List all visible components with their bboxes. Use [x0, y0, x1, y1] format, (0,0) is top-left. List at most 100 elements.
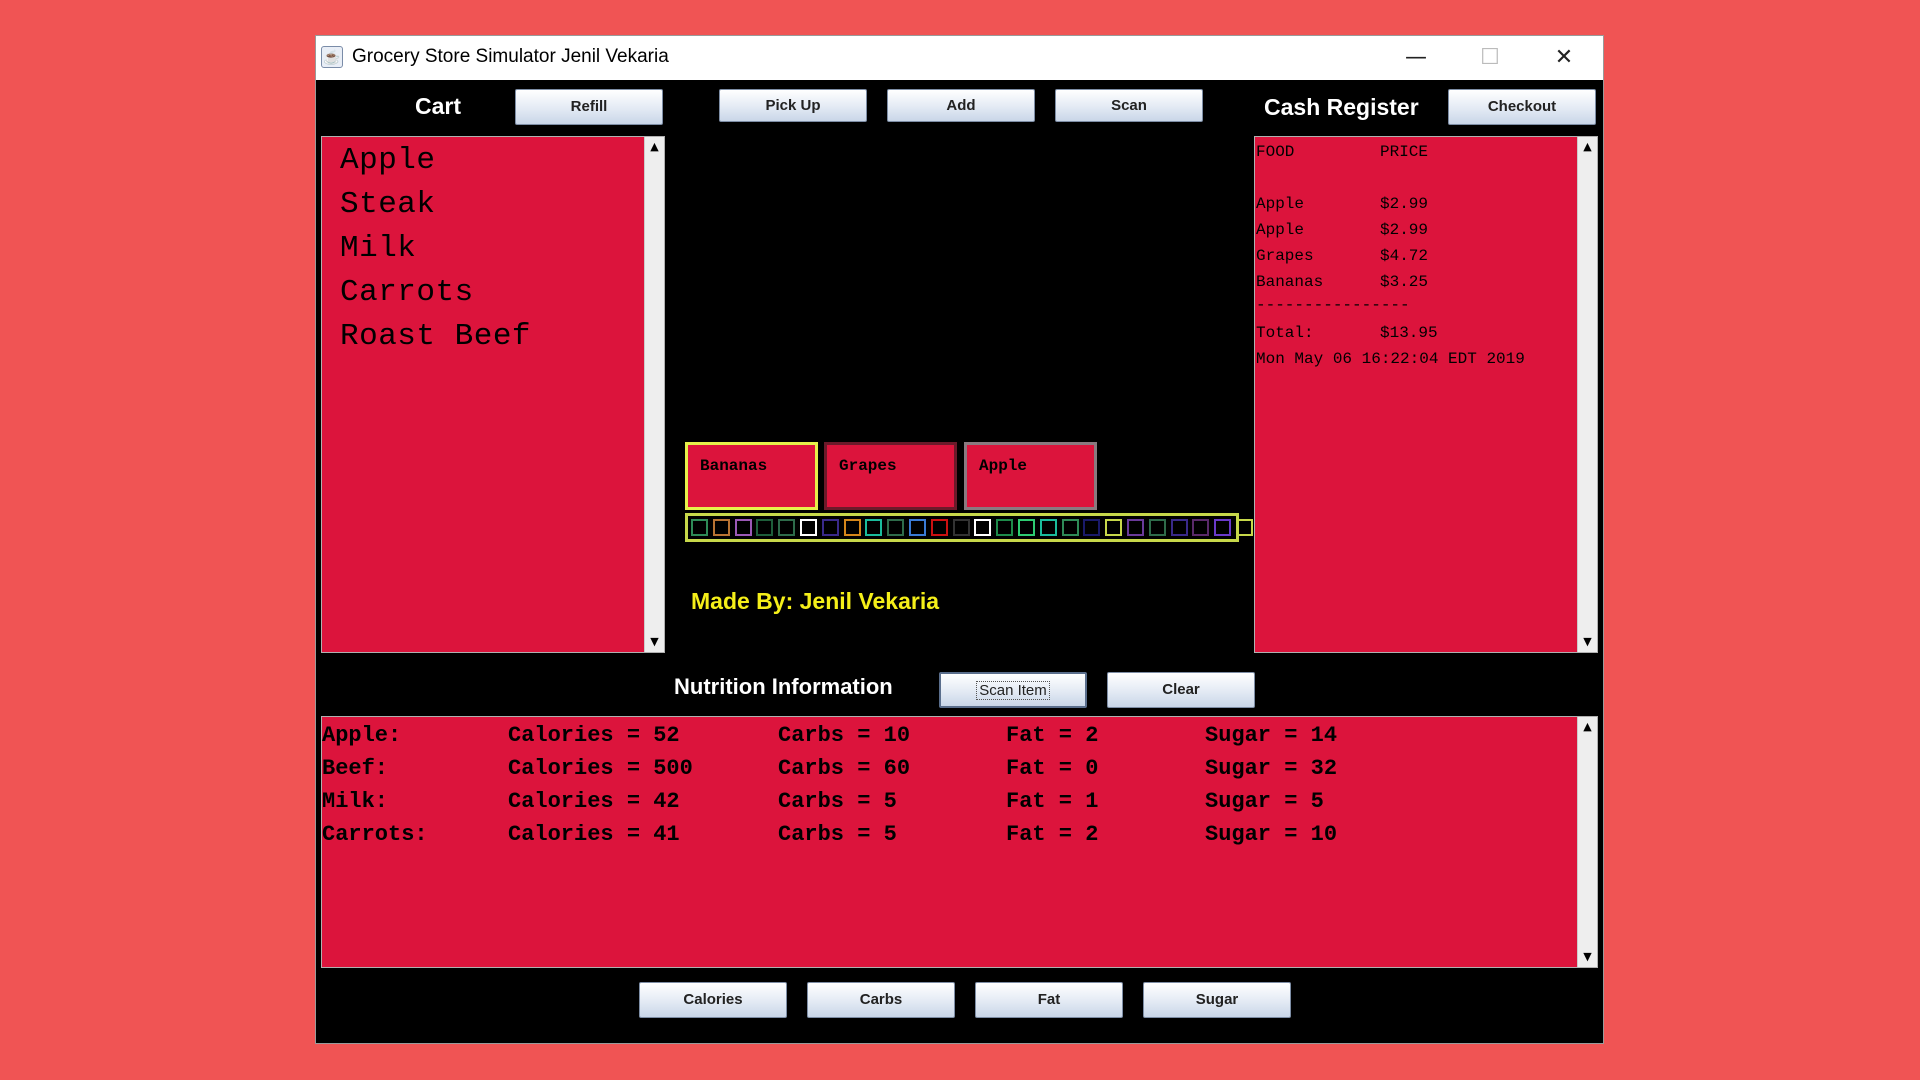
nutrition-carbs: Carbs = 5 [778, 822, 897, 847]
scroll-down-icon[interactable]: ▼ [1578, 632, 1597, 652]
belt-cell [1192, 519, 1210, 536]
belt-cell [865, 519, 883, 536]
fat-button[interactable]: Fat [975, 982, 1123, 1018]
register-scrollbar[interactable]: ▲ ▼ [1577, 137, 1597, 652]
belt-cell [1148, 519, 1166, 536]
receipt-separator: ---------------- [1256, 296, 1410, 314]
app-window: ☕ Grocery Store Simulator Jenil Vekaria … [315, 35, 1604, 1044]
nutrition-food-name: Carrots: [322, 822, 428, 847]
nutrition-calories: Calories = 42 [508, 789, 680, 814]
nutrition-sugar: Sugar = 32 [1205, 756, 1338, 781]
receipt-price: $4.72 [1380, 247, 1429, 265]
belt-cell [887, 519, 905, 536]
belt-cell [800, 519, 817, 536]
nutrition-calories: Calories = 500 [508, 756, 693, 781]
scroll-up-icon[interactable]: ▲ [1578, 137, 1597, 157]
refill-button[interactable]: Refill [515, 89, 663, 125]
register-title: Cash Register [1264, 94, 1419, 120]
belt-cell [1236, 519, 1253, 536]
belt-cell [909, 519, 926, 536]
receipt-food: Bananas [1256, 273, 1324, 291]
register-receipt[interactable]: FOOD PRICE Apple $2.99 Apple $2.99 Grape… [1254, 136, 1598, 653]
scroll-down-icon[interactable]: ▼ [645, 632, 664, 652]
nutrition-fat: Fat = 2 [1006, 822, 1099, 847]
receipt-price: $2.99 [1380, 221, 1429, 239]
nutrition-title: Nutrition Information [674, 674, 893, 699]
conveyor-belt [685, 513, 1253, 542]
receipt-price: $2.99 [1380, 195, 1429, 213]
belt-cell [1105, 519, 1123, 536]
scan-button[interactable]: Scan [1055, 89, 1203, 122]
scroll-up-icon[interactable]: ▲ [645, 137, 664, 157]
nutrition-food-name: Apple: [322, 723, 402, 748]
pick-up-button[interactable]: Pick Up [719, 89, 867, 122]
nutrition-calories: Calories = 52 [508, 723, 680, 748]
cart-item[interactable]: Carrots [340, 275, 474, 310]
nutrition-food-name: Beef: [322, 756, 389, 781]
receipt-total-value: $13.95 [1380, 324, 1438, 342]
java-app-icon: ☕ [321, 46, 343, 68]
belt-cell [712, 519, 730, 536]
belt-cell [734, 519, 752, 536]
receipt-header-price: PRICE [1380, 143, 1429, 161]
nutrition-carbs: Carbs = 60 [778, 756, 911, 781]
cart-title: Cart [415, 93, 462, 119]
belt-cell [1127, 519, 1144, 536]
credit-text: Made By: Jenil Vekaria [691, 588, 940, 614]
belt-cell [952, 519, 970, 536]
nutrition-carbs: Carbs = 5 [778, 789, 897, 814]
calories-button[interactable]: Calories [639, 982, 787, 1018]
scan-item-label: Scan Item [976, 681, 1050, 700]
belt-cell [1061, 519, 1079, 536]
belt-cell [1214, 519, 1232, 536]
nutrition-sugar: Sugar = 5 [1205, 789, 1324, 814]
nutrition-fat: Fat = 2 [1006, 723, 1099, 748]
minimize-icon[interactable]: — [1379, 36, 1453, 80]
belt-cell [778, 519, 796, 536]
receipt-food: Apple [1256, 195, 1305, 213]
scan-item-button[interactable]: Scan Item [939, 672, 1087, 708]
nutrition-food-name: Milk: [322, 789, 389, 814]
belt-cell [1039, 519, 1057, 536]
nutrition-carbs: Carbs = 10 [778, 723, 911, 748]
belt-cell [691, 519, 708, 536]
add-button[interactable]: Add [887, 89, 1035, 122]
belt-cell [1170, 519, 1188, 536]
belt-cell [756, 519, 774, 536]
receipt-total-label: Total: [1256, 324, 1314, 342]
receipt-food: Grapes [1256, 247, 1314, 265]
cart-list[interactable]: Apple Steak Milk Carrots Roast Beef ▲ ▼ [321, 136, 665, 653]
clear-button[interactable]: Clear [1107, 672, 1255, 708]
nutrition-sugar: Sugar = 10 [1205, 822, 1338, 847]
scroll-down-icon[interactable]: ▼ [1578, 947, 1597, 967]
receipt-header-food: FOOD [1256, 143, 1295, 161]
belt-cell [996, 519, 1014, 536]
conveyor-item-grapes[interactable]: Grapes [824, 442, 957, 510]
belt-cell [821, 519, 839, 536]
conveyor-item-apple[interactable]: Apple [964, 442, 1097, 510]
belt-cell [974, 519, 992, 536]
scroll-up-icon[interactable]: ▲ [1578, 717, 1597, 737]
title-bar: ☕ Grocery Store Simulator Jenil Vekaria … [316, 36, 1603, 80]
nutrition-fat: Fat = 1 [1006, 789, 1099, 814]
carbs-button[interactable]: Carbs [807, 982, 955, 1018]
belt-cell [1018, 519, 1035, 536]
belt-cell [843, 519, 861, 536]
sugar-button[interactable]: Sugar [1143, 982, 1291, 1018]
nutrition-scrollbar[interactable]: ▲ ▼ [1577, 717, 1597, 967]
receipt-food: Apple [1256, 221, 1305, 239]
window-title: Grocery Store Simulator Jenil Vekaria [352, 46, 669, 67]
nutrition-fat: Fat = 0 [1006, 756, 1099, 781]
receipt-timestamp: Mon May 06 16:22:04 EDT 2019 [1256, 350, 1525, 368]
checkout-button[interactable]: Checkout [1448, 89, 1596, 125]
nutrition-table[interactable]: Apple: Calories = 52 Carbs = 10 Fat = 2 … [321, 716, 1598, 968]
close-icon[interactable]: ✕ [1527, 36, 1601, 80]
conveyor-item-bananas[interactable]: Bananas [685, 442, 818, 510]
cart-item[interactable]: Steak [340, 187, 436, 222]
cart-item[interactable]: Apple [340, 143, 436, 178]
maximize-icon[interactable]: ☐ [1453, 36, 1527, 80]
cart-scrollbar[interactable]: ▲ ▼ [644, 137, 664, 652]
nutrition-sugar: Sugar = 14 [1205, 723, 1338, 748]
cart-item[interactable]: Roast Beef [340, 319, 531, 354]
cart-item[interactable]: Milk [340, 231, 416, 266]
